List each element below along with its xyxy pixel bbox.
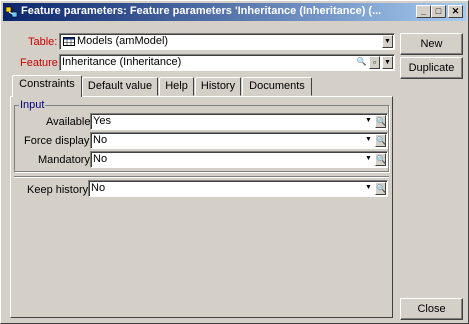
feature-parameters-window: Feature parameters: Feature parameters '… [0, 0, 469, 324]
tab-help[interactable]: Help [159, 77, 194, 96]
close-window-button[interactable]: ✕ [448, 5, 463, 18]
window-icon [6, 6, 18, 18]
chevron-down-icon[interactable]: ▼ [363, 115, 374, 128]
table-label: Table: [28, 36, 58, 48]
available-field[interactable]: Yes ▼ 🔍 [90, 113, 388, 130]
keep-history-value: No [91, 182, 106, 194]
mandatory-value: No [93, 153, 108, 165]
chevron-down-icon[interactable]: ▼ [363, 153, 374, 166]
detail-icon[interactable]: ▫ [369, 56, 380, 69]
zoom-icon[interactable]: 🔍 [375, 153, 386, 166]
mandatory-label: Mandatory: [38, 154, 94, 166]
force-display-value: No [93, 134, 108, 146]
minimize-button[interactable]: _ [416, 5, 431, 18]
window-title: Feature parameters: Feature parameters '… [21, 5, 382, 17]
mandatory-field[interactable]: No ▼ 🔍 [90, 151, 388, 168]
new-button[interactable]: New [400, 33, 463, 55]
feature-field[interactable]: Inheritance (Inheritance) 🔍 ▫ ▼ [59, 54, 395, 71]
table-icon [63, 37, 75, 46]
zoom-icon[interactable]: 🔍 [375, 182, 386, 195]
tab-constraints[interactable]: Constraints [12, 75, 82, 97]
chevron-down-icon[interactable]: ▼ [363, 182, 374, 195]
tab-default-value[interactable]: Default value [82, 77, 158, 96]
table-field[interactable]: Models (amModel) ▼ [59, 33, 395, 50]
separator [14, 176, 389, 178]
maximize-button[interactable]: □ [431, 5, 446, 18]
keep-history-label: Keep history: [27, 184, 92, 196]
tab-documents[interactable]: Documents [242, 77, 312, 96]
title-bar[interactable]: Feature parameters: Feature parameters '… [3, 3, 466, 21]
force-display-label: Force display: [24, 135, 93, 147]
feature-label: Feature: [20, 57, 61, 69]
feature-value: Inheritance (Inheritance) [62, 56, 182, 68]
zoom-icon[interactable]: 🔍 [375, 134, 386, 147]
force-display-field[interactable]: No ▼ 🔍 [90, 132, 388, 149]
close-button[interactable]: Close [400, 298, 463, 320]
available-value: Yes [93, 115, 111, 127]
tab-history[interactable]: History [195, 77, 241, 96]
keep-history-field[interactable]: No ▼ 🔍 [88, 180, 388, 197]
chevron-down-icon[interactable]: ▼ [382, 56, 393, 69]
zoom-icon[interactable]: 🔍 [356, 56, 367, 69]
available-label: Available: [46, 116, 94, 128]
input-group-title: Input [19, 99, 46, 111]
zoom-icon[interactable]: 🔍 [375, 115, 386, 128]
duplicate-button[interactable]: Duplicate [400, 57, 463, 79]
chevron-down-icon[interactable]: ▼ [382, 35, 393, 48]
chevron-down-icon[interactable]: ▼ [363, 134, 374, 147]
table-value: Models (amModel) [77, 35, 169, 47]
